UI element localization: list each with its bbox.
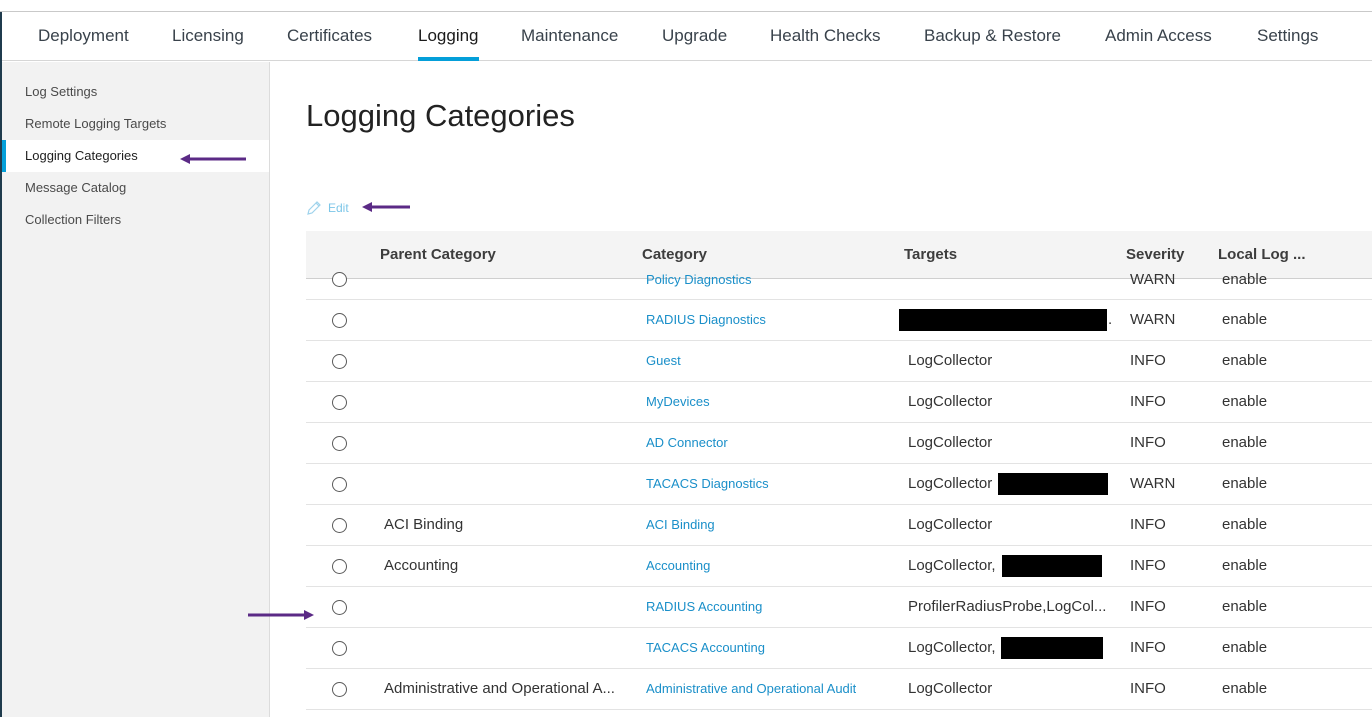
tab-upgrade[interactable]: Upgrade bbox=[662, 13, 727, 61]
local-log-cell: enable bbox=[1222, 516, 1268, 533]
redaction-block bbox=[998, 473, 1108, 495]
table-row[interactable]: Policy Diagnostics WARN enable bbox=[306, 271, 1372, 300]
table-row[interactable]: Guest LogCollector INFO enable bbox=[306, 341, 1372, 382]
sidebar-item-remote-logging-targets[interactable]: Remote Logging Targets bbox=[2, 108, 269, 140]
row-radio-button[interactable] bbox=[332, 272, 347, 287]
severity-cell: INFO bbox=[1130, 598, 1166, 615]
local-log-cell: enable bbox=[1222, 271, 1268, 288]
top-navigation: Deployment Licensing Certificates Loggin… bbox=[2, 13, 1372, 61]
targets-cell: LogCollector bbox=[908, 516, 993, 533]
category-link[interactable]: ACI Binding bbox=[646, 517, 715, 532]
local-log-cell: enable bbox=[1222, 434, 1268, 451]
redaction-block bbox=[899, 309, 1107, 331]
category-link[interactable]: TACACS Accounting bbox=[646, 640, 765, 655]
row-radio-button[interactable] bbox=[332, 477, 347, 492]
targets-cell: . bbox=[1108, 311, 1113, 328]
targets-cell: LogCollector, bbox=[908, 639, 996, 656]
tab-settings[interactable]: Settings bbox=[1257, 13, 1318, 61]
severity-cell: WARN bbox=[1130, 311, 1176, 328]
row-radio-button[interactable] bbox=[332, 436, 347, 451]
severity-cell: INFO bbox=[1130, 393, 1166, 410]
severity-cell: INFO bbox=[1130, 639, 1166, 656]
table-row[interactable]: RADIUS Accounting ProfilerRadiusProbe,Lo… bbox=[306, 587, 1372, 628]
edit-button[interactable]: Edit bbox=[306, 199, 349, 217]
local-log-cell: enable bbox=[1222, 598, 1268, 615]
targets-cell: LogCollector bbox=[908, 680, 993, 697]
page-title: Logging Categories bbox=[306, 98, 575, 133]
redaction-block bbox=[1001, 637, 1103, 659]
severity-cell: INFO bbox=[1130, 434, 1166, 451]
tab-licensing[interactable]: Licensing bbox=[172, 13, 244, 61]
sidebar-item-log-settings[interactable]: Log Settings bbox=[2, 76, 269, 108]
pencil-icon bbox=[307, 201, 321, 215]
table-row[interactable]: AD Connector LogCollector INFO enable bbox=[306, 423, 1372, 464]
row-radio-button[interactable] bbox=[332, 354, 347, 369]
category-link[interactable]: TACACS Diagnostics bbox=[646, 476, 769, 491]
targets-cell: LogCollector bbox=[908, 352, 993, 369]
targets-cell: LogCollector bbox=[908, 434, 993, 451]
table-row[interactable]: RADIUS Diagnostics . WARN enable bbox=[306, 300, 1372, 341]
table-row[interactable]: TACACS Diagnostics LogCollector WARN ena… bbox=[306, 464, 1372, 505]
tab-admin-access[interactable]: Admin Access bbox=[1105, 13, 1212, 61]
tab-deployment[interactable]: Deployment bbox=[38, 13, 129, 61]
severity-cell: INFO bbox=[1130, 680, 1166, 697]
parent-category-cell: Accounting bbox=[384, 557, 459, 574]
tab-logging[interactable]: Logging bbox=[418, 13, 479, 61]
targets-cell: LogCollector bbox=[908, 475, 993, 492]
category-link[interactable]: AD Connector bbox=[646, 435, 728, 450]
local-log-cell: enable bbox=[1222, 352, 1268, 369]
window-top-edge bbox=[0, 0, 1372, 12]
severity-cell: INFO bbox=[1130, 352, 1166, 369]
category-link[interactable]: Guest bbox=[646, 353, 681, 368]
row-radio-button[interactable] bbox=[332, 641, 347, 656]
severity-cell: WARN bbox=[1130, 271, 1176, 288]
targets-cell: LogCollector, bbox=[908, 557, 996, 574]
row-radio-button[interactable] bbox=[332, 559, 347, 574]
parent-category-cell: ACI Binding bbox=[384, 516, 464, 533]
category-link[interactable]: Policy Diagnostics bbox=[646, 272, 752, 287]
local-log-cell: enable bbox=[1222, 393, 1268, 410]
severity-cell: WARN bbox=[1130, 475, 1176, 492]
local-log-cell: enable bbox=[1222, 680, 1268, 697]
tab-health-checks[interactable]: Health Checks bbox=[770, 13, 881, 61]
table-row[interactable]: Administrative and Operational A... Admi… bbox=[306, 669, 1372, 710]
redaction-block bbox=[1002, 555, 1102, 577]
category-link[interactable]: RADIUS Diagnostics bbox=[646, 312, 766, 327]
table-row[interactable]: Accounting Accounting LogCollector, INFO… bbox=[306, 546, 1372, 587]
row-radio-button[interactable] bbox=[332, 518, 347, 533]
category-link[interactable]: RADIUS Accounting bbox=[646, 599, 762, 614]
table-row[interactable]: MyDevices LogCollector INFO enable bbox=[306, 382, 1372, 423]
severity-cell: INFO bbox=[1130, 557, 1166, 574]
tab-maintenance[interactable]: Maintenance bbox=[521, 13, 618, 61]
tab-certificates[interactable]: Certificates bbox=[287, 13, 372, 61]
targets-cell: ProfilerRadiusProbe,LogCol... bbox=[908, 598, 1107, 615]
annotation-arrow-left-icon bbox=[362, 202, 410, 212]
category-link[interactable]: Administrative and Operational Audit bbox=[646, 681, 856, 696]
sidebar-item-collection-filters[interactable]: Collection Filters bbox=[2, 204, 269, 236]
local-log-cell: enable bbox=[1222, 639, 1268, 656]
table-row[interactable]: ACI Binding ACI Binding LogCollector INF… bbox=[306, 505, 1372, 546]
parent-category-cell: Administrative and Operational A... bbox=[384, 680, 615, 697]
row-radio-button[interactable] bbox=[332, 600, 347, 615]
severity-cell: INFO bbox=[1130, 516, 1166, 533]
local-log-cell: enable bbox=[1222, 311, 1268, 328]
edit-label: Edit bbox=[328, 201, 349, 215]
annotation-arrow-left-icon bbox=[180, 154, 246, 164]
category-link[interactable]: Accounting bbox=[646, 558, 710, 573]
tab-backup-restore[interactable]: Backup & Restore bbox=[924, 13, 1061, 61]
local-log-cell: enable bbox=[1222, 475, 1268, 492]
row-radio-button[interactable] bbox=[332, 682, 347, 697]
row-radio-button[interactable] bbox=[332, 395, 347, 410]
local-log-cell: enable bbox=[1222, 557, 1268, 574]
table-row[interactable]: TACACS Accounting LogCollector, INFO ena… bbox=[306, 628, 1372, 669]
sidebar-item-message-catalog[interactable]: Message Catalog bbox=[2, 172, 269, 204]
category-link[interactable]: MyDevices bbox=[646, 394, 710, 409]
row-radio-button[interactable] bbox=[332, 313, 347, 328]
targets-cell: LogCollector bbox=[908, 393, 993, 410]
